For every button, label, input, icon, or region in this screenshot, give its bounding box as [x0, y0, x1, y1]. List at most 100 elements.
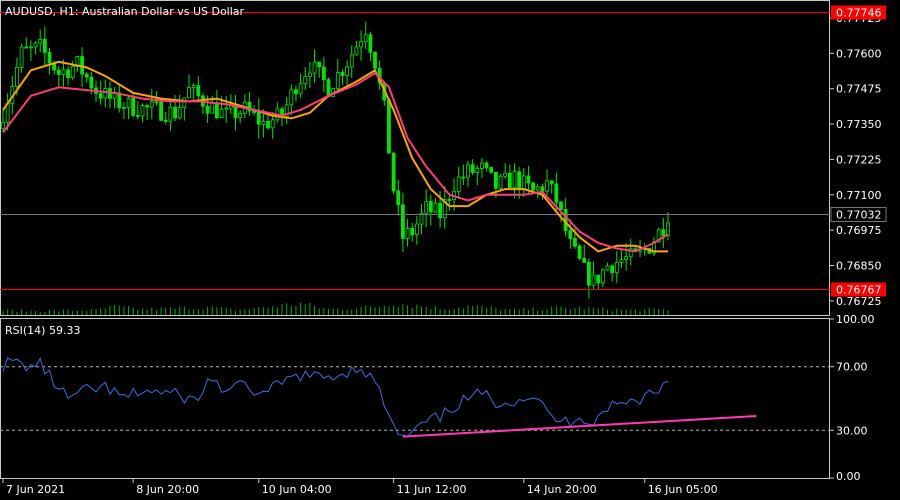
volume-bar	[62, 309, 64, 315]
volume-bar	[565, 307, 567, 315]
volume-bar	[434, 305, 436, 315]
candle-body	[512, 171, 517, 188]
candle-body	[1, 122, 5, 129]
volume-bar	[648, 308, 650, 315]
price-tick-label: 0.77350	[836, 118, 882, 131]
volume-bar	[35, 311, 37, 315]
volume-bar	[467, 305, 469, 315]
volume-bar	[197, 309, 199, 315]
candle-body	[438, 202, 443, 219]
volume-bar	[430, 309, 432, 315]
candle-body	[214, 102, 219, 119]
rsi-label: RSI(14) 59.33	[5, 324, 80, 337]
candle-body	[19, 46, 24, 68]
candle-body	[196, 85, 201, 97]
candle-body	[414, 223, 419, 235]
volume-bar	[337, 308, 339, 315]
volume-bar	[142, 308, 143, 315]
candle-body	[489, 167, 494, 173]
candle-body	[466, 164, 470, 178]
candle-body	[294, 89, 298, 95]
volume-bar	[118, 305, 120, 315]
volume-bar	[309, 302, 311, 315]
volume-bar	[7, 309, 9, 315]
volume-bar	[560, 306, 562, 315]
volume-bar	[183, 306, 185, 315]
volume-bar	[104, 308, 106, 315]
candle-body	[182, 97, 187, 109]
candle-body	[177, 107, 182, 119]
candle-body	[238, 112, 243, 119]
volume-bar	[174, 308, 176, 315]
volume-bar	[225, 307, 227, 315]
chart-background	[0, 0, 900, 500]
volume-bar	[579, 307, 581, 315]
candle-body	[24, 46, 29, 49]
volume-bar	[495, 307, 497, 315]
volume-bar	[416, 304, 418, 315]
candle	[387, 99, 391, 154]
candle-body	[266, 121, 270, 129]
candle-body	[461, 176, 466, 179]
price-tick-label: 0.77600	[836, 47, 882, 60]
price-tag-label: 0.77032	[836, 209, 882, 222]
volume-bar	[207, 306, 209, 315]
chart-window[interactable]: 0.777250.776000.774750.773500.772250.771…	[0, 0, 900, 500]
candle-body	[303, 76, 308, 85]
price-tick-label: 0.77100	[836, 189, 882, 202]
candle-body	[15, 66, 19, 87]
volume-bar	[616, 308, 618, 315]
candle-body	[335, 72, 340, 90]
volume-bar	[95, 308, 97, 315]
candle	[159, 98, 164, 122]
volume-bar	[355, 308, 357, 315]
volume-bar	[644, 309, 646, 315]
candle-body	[624, 256, 628, 261]
volume-bar	[630, 309, 632, 315]
volume-bar	[216, 307, 218, 315]
volume-bar	[634, 309, 636, 315]
volume-bar	[239, 309, 241, 315]
price-tick-label: 0.76725	[836, 295, 882, 308]
volume-bar	[421, 306, 422, 315]
rsi-tick-label: 30.00	[836, 424, 868, 437]
candle-body	[70, 66, 75, 79]
volume-bar	[286, 303, 288, 315]
rsi-tick-label: 0.00	[836, 470, 861, 483]
candle-body	[321, 66, 326, 81]
candle-body	[345, 66, 350, 76]
volume-bar	[476, 305, 478, 315]
volume-bar	[583, 309, 585, 315]
volume-bar	[211, 306, 213, 315]
candle-body	[433, 202, 438, 213]
candle-body	[140, 105, 145, 117]
volume-bar	[360, 306, 362, 315]
candle-body	[187, 86, 191, 99]
candle-body	[84, 73, 89, 78]
volume-bar	[169, 307, 171, 315]
candle-body	[307, 72, 312, 77]
volume-bar	[486, 307, 488, 315]
candle-body	[154, 101, 159, 104]
volume-bar	[574, 307, 576, 315]
volume-bar	[393, 305, 395, 315]
volume-bar	[639, 311, 641, 315]
volume-bar	[16, 312, 18, 315]
candle-body	[503, 172, 508, 177]
volume-bar	[653, 308, 655, 315]
time-tick-label: 7 Jun 2021	[6, 483, 65, 496]
candle-body	[66, 69, 70, 79]
volume-bar	[58, 311, 60, 315]
candle-body	[605, 265, 610, 271]
volume-bar	[244, 309, 246, 315]
volume-bar	[25, 311, 27, 315]
price-tick-label: 0.76850	[836, 259, 882, 272]
candle-body	[447, 199, 452, 201]
volume-bar	[202, 309, 204, 315]
volume-bar	[328, 309, 329, 315]
candle	[391, 151, 396, 195]
candle-body	[400, 204, 405, 239]
volume-bar	[625, 309, 627, 315]
volume-bar	[123, 306, 125, 315]
time-tick-label: 16 Jun 05:00	[648, 483, 718, 496]
